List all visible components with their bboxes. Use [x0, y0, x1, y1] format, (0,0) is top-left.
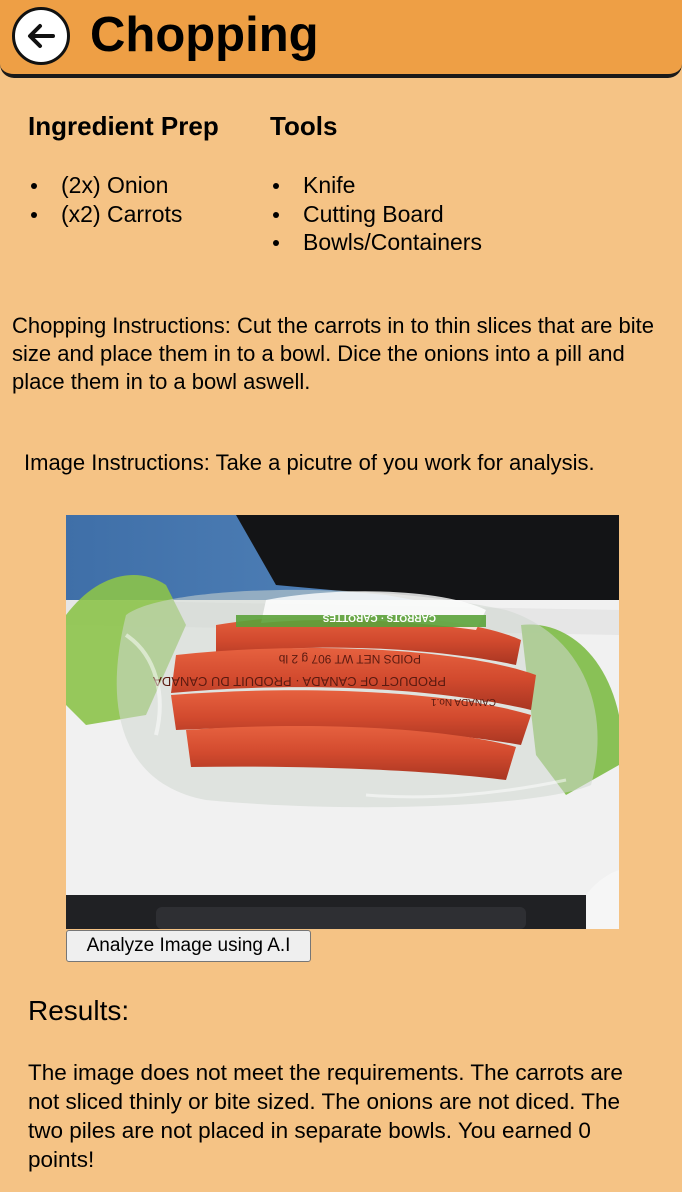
uploaded-photo: CARROTS · CAROTTES POIDS NET WT 907 g 2 … [66, 515, 619, 929]
page-title: Chopping [90, 8, 319, 62]
image-instructions: Image Instructions: Take a picutre of yo… [24, 450, 595, 475]
back-button[interactable] [12, 7, 70, 65]
ingredient-list: (2x) Onion (x2) Carrots [28, 171, 182, 228]
tools-list: Knife Cutting Board Bowls/Containers [270, 171, 482, 257]
bag-label-text: PRODUCT OF CANADA · PRODUIT DU CANADA [153, 674, 446, 689]
chopping-instructions: Chopping Instructions: Cut the carrots i… [12, 313, 654, 394]
tool-item: Bowls/Containers [270, 228, 482, 257]
tools-heading: Tools [270, 111, 338, 141]
results-heading: Results: [28, 995, 130, 1026]
ingredient-prep-heading: Ingredient Prep [28, 111, 219, 141]
header-bar: Chopping [0, 0, 682, 78]
bag-label-text: CARROTS · CAROTTES [322, 612, 436, 623]
bag-label-text: CANADA No.1 [431, 696, 496, 707]
bag-label-text: POIDS NET WT 907 g 2 lb [278, 652, 421, 666]
ingredient-item: (2x) Onion [28, 171, 182, 200]
results-text: The image does not meet the requirements… [28, 1060, 623, 1172]
tool-item: Cutting Board [270, 200, 482, 229]
analyze-image-button[interactable]: Analyze Image using A.I [66, 930, 311, 962]
carrot-bag-image: CARROTS · CAROTTES POIDS NET WT 907 g 2 … [66, 515, 619, 929]
arrow-left-circle-icon [28, 24, 55, 48]
tool-item: Knife [270, 171, 482, 200]
ingredient-item: (x2) Carrots [28, 200, 182, 229]
